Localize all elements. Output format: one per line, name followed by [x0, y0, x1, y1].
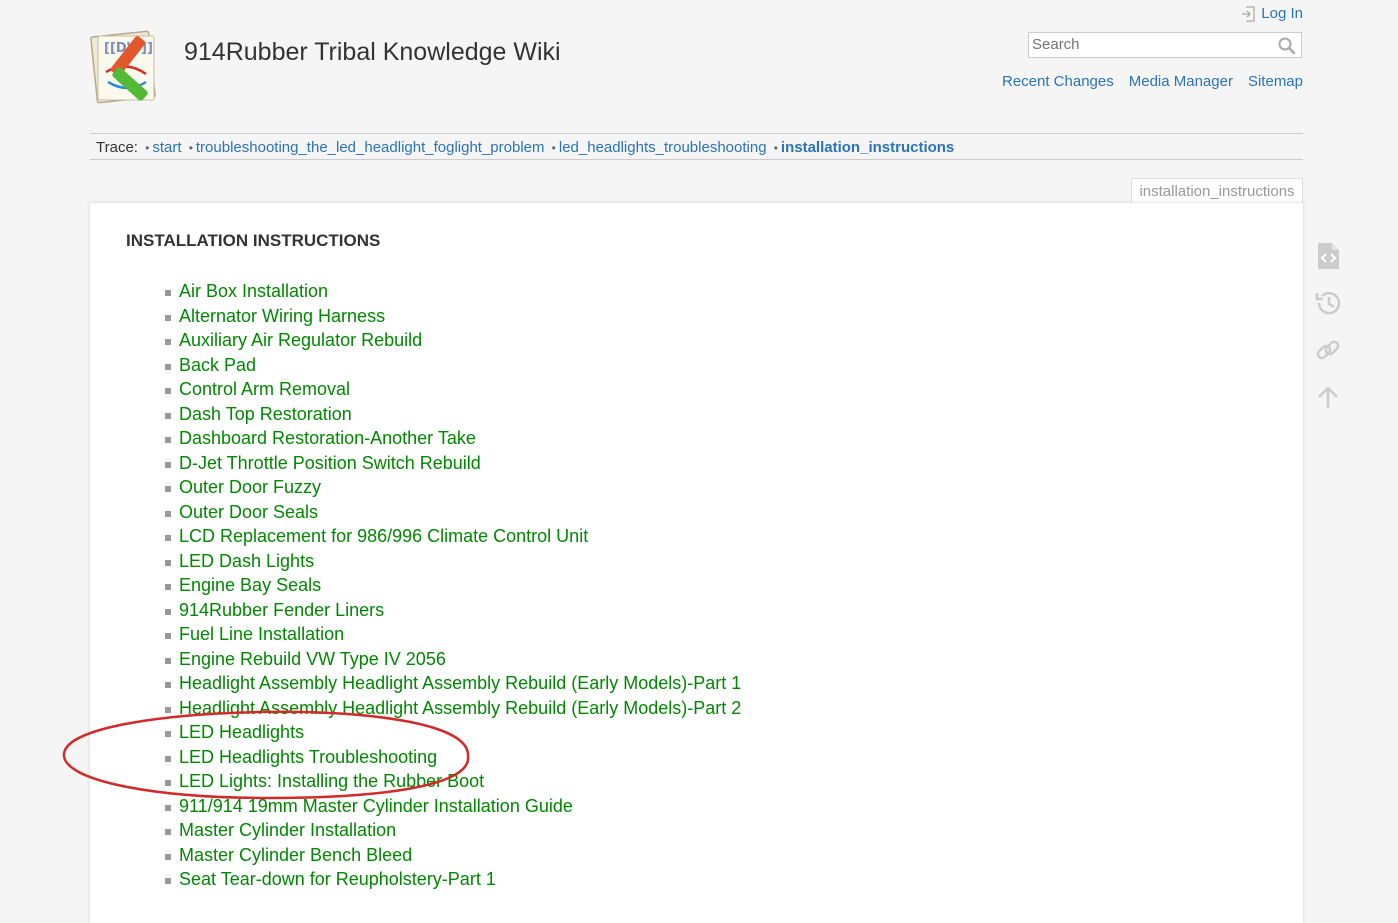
content-link[interactable]: Dashboard Restoration-Another Take [179, 428, 476, 448]
list-item: Control Arm Removal [165, 377, 741, 402]
content-link[interactable]: 911/914 19mm Master Cylinder Installatio… [179, 796, 573, 816]
content-link[interactable]: Alternator Wiring Harness [179, 306, 385, 326]
content-link[interactable]: Control Arm Removal [179, 379, 350, 399]
trace-separator: • [551, 141, 556, 155]
content-link[interactable]: Fuel Line Installation [179, 624, 344, 644]
trace-separator: • [145, 141, 150, 155]
list-item: 911/914 19mm Master Cylinder Installatio… [165, 794, 741, 819]
list-item: Master Cylinder Installation [165, 818, 741, 843]
list-item: Engine Rebuild VW Type IV 2056 [165, 647, 741, 672]
breadcrumb-current[interactable]: installation_instructions [781, 139, 954, 156]
list-item: LCD Replacement for 986/996 Climate Cont… [165, 524, 741, 549]
content-link[interactable]: LCD Replacement for 986/996 Climate Cont… [179, 526, 588, 546]
list-item: Dashboard Restoration-Another Take [165, 426, 741, 451]
trace-label: Trace: [96, 139, 138, 156]
content-link[interactable]: Outer Door Fuzzy [179, 477, 321, 497]
breadcrumb-start[interactable]: start [152, 139, 181, 156]
list-item: 914Rubber Fender Liners [165, 598, 741, 623]
list-item: Dash Top Restoration [165, 402, 741, 427]
content-link[interactable]: Master Cylinder Installation [179, 820, 396, 840]
media-manager-link[interactable]: Media Manager [1129, 73, 1233, 90]
backlinks-icon[interactable] [1312, 334, 1344, 366]
content-link[interactable]: Engine Rebuild VW Type IV 2056 [179, 649, 446, 669]
content-link[interactable]: Seat Tear-down for Reupholstery-Part 1 [179, 869, 496, 889]
site-tools: Recent Changes Media Manager Sitemap [1002, 73, 1303, 90]
site-title[interactable]: 914Rubber Tribal Knowledge Wiki [184, 38, 561, 67]
content-link[interactable]: Headlight Assembly Headlight Assembly Re… [179, 673, 741, 693]
content-link[interactable]: Auxiliary Air Regulator Rebuild [179, 330, 422, 350]
content-link[interactable]: Back Pad [179, 355, 256, 375]
content-link[interactable]: LED Dash Lights [179, 551, 314, 571]
search-icon[interactable] [1278, 37, 1296, 55]
list-item: Back Pad [165, 353, 741, 378]
back-to-top-icon[interactable] [1312, 381, 1344, 413]
list-item: Outer Door Seals [165, 500, 741, 525]
instructions-list: Air Box Installation Alternator Wiring H… [165, 279, 741, 892]
login-link[interactable]: Log In [1241, 5, 1303, 22]
content-link[interactable]: LED Lights: Installing the Rubber Boot [179, 771, 484, 791]
list-item: Fuel Line Installation [165, 622, 741, 647]
content-link[interactable]: Engine Bay Seals [179, 575, 321, 595]
list-item: Outer Door Fuzzy [165, 475, 741, 500]
list-item: Engine Bay Seals [165, 573, 741, 598]
content-link[interactable]: Headlight Assembly Headlight Assembly Re… [179, 698, 741, 718]
content-link[interactable]: 914Rubber Fender Liners [179, 600, 384, 620]
list-item: LED Headlights [165, 720, 741, 745]
list-item: Headlight Assembly Headlight Assembly Re… [165, 671, 741, 696]
recent-changes-link[interactable]: Recent Changes [1002, 73, 1114, 90]
breadcrumb-led-headlights-troubleshooting[interactable]: led_headlights_troubleshooting [559, 139, 767, 156]
content-link[interactable]: Master Cylinder Bench Bleed [179, 845, 412, 865]
search-input[interactable] [1032, 36, 1262, 53]
list-item: Headlight Assembly Headlight Assembly Re… [165, 696, 741, 721]
breadcrumb: Trace: • start • troubleshooting_the_led_h… [90, 133, 1303, 160]
list-item: Seat Tear-down for Reupholstery-Part 1 [165, 867, 741, 892]
page-tools [1312, 240, 1346, 428]
page-content: INSTALLATION INSTRUCTIONS Air Box Instal… [90, 203, 1303, 923]
sitemap-link[interactable]: Sitemap [1248, 73, 1303, 90]
page-id-tab: installation_instructions [1131, 178, 1303, 205]
list-item: LED Lights: Installing the Rubber Boot [165, 769, 741, 794]
login-label: Log In [1261, 5, 1303, 22]
trace-separator: • [188, 141, 193, 155]
search-box [1028, 32, 1302, 58]
content-link[interactable]: LED Headlights Troubleshooting [179, 747, 437, 767]
list-item: LED Dash Lights [165, 549, 741, 574]
content-link[interactable]: Dash Top Restoration [179, 404, 352, 424]
list-item: Alternator Wiring Harness [165, 304, 741, 329]
list-item: Master Cylinder Bench Bleed [165, 843, 741, 868]
list-item: D-Jet Throttle Position Switch Rebuild [165, 451, 741, 476]
content-link[interactable]: D-Jet Throttle Position Switch Rebuild [179, 453, 481, 473]
trace-separator: • [773, 141, 778, 155]
content-link[interactable]: LED Headlights [179, 722, 304, 742]
list-item: LED Headlights Troubleshooting [165, 745, 741, 770]
page-heading: INSTALLATION INSTRUCTIONS [126, 231, 381, 250]
content-link[interactable]: Outer Door Seals [179, 502, 318, 522]
list-item: Air Box Installation [165, 279, 741, 304]
old-revisions-icon[interactable] [1312, 287, 1344, 319]
login-icon [1242, 5, 1255, 22]
list-item: Auxiliary Air Regulator Rebuild [165, 328, 741, 353]
breadcrumb-troubleshooting[interactable]: troubleshooting_the_led_headlight_foglig… [196, 139, 545, 156]
show-source-icon[interactable] [1312, 240, 1344, 272]
dokuwiki-logo[interactable]: [[DW]] [88, 24, 172, 108]
content-link[interactable]: Air Box Installation [179, 281, 328, 301]
